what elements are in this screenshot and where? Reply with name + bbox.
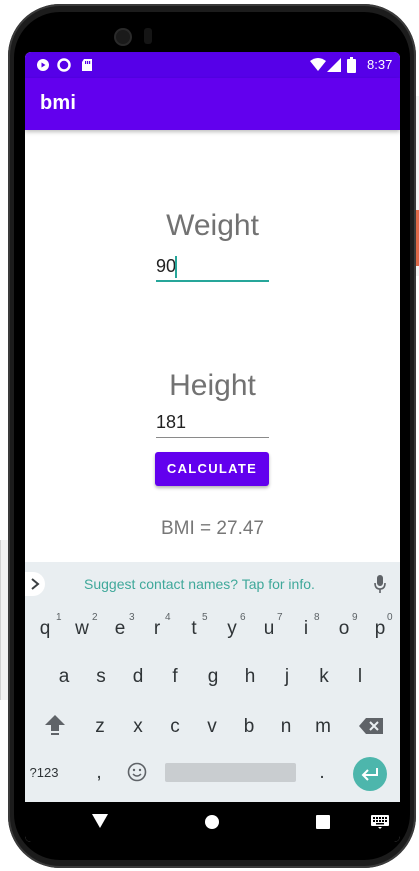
text-cursor (175, 256, 177, 278)
soft-keyboard: Suggest contact names? Tap for info. q w… (25, 562, 400, 802)
back-icon[interactable] (92, 814, 108, 828)
hint-6: 6 (240, 612, 246, 623)
front-camera (116, 30, 130, 44)
shift-icon[interactable] (43, 712, 67, 736)
key-z[interactable]: z (89, 716, 111, 738)
key-v[interactable]: v (201, 716, 223, 738)
hint-0: 0 (387, 612, 393, 623)
emoji-icon[interactable] (127, 762, 147, 782)
height-input-underline (156, 437, 269, 438)
suggestion-strip: Suggest contact names? Tap for info. (25, 562, 400, 606)
comma-key[interactable]: , (91, 762, 107, 784)
key-d[interactable]: d (127, 666, 149, 688)
key-n[interactable]: n (275, 716, 297, 738)
key-j[interactable]: j (276, 666, 298, 688)
app-title: bmi (40, 92, 77, 114)
symbols-key[interactable]: ?123 (25, 765, 63, 780)
battery-icon (347, 57, 356, 73)
weight-input-value: 90 (156, 256, 177, 276)
key-w[interactable]: w (71, 618, 93, 640)
hint-7: 7 (277, 612, 283, 623)
device-screen: 8:37 bmi Weight 90 Height 181 CALCULATE … (25, 52, 400, 842)
height-input[interactable]: 181 (156, 410, 269, 438)
app-bar: bmi (25, 78, 400, 130)
key-c[interactable]: c (164, 716, 186, 738)
key-b[interactable]: b (238, 716, 260, 738)
wifi-icon (310, 58, 326, 71)
hint-3: 3 (129, 612, 135, 623)
status-bar: 8:37 (25, 52, 400, 78)
key-s[interactable]: s (90, 666, 112, 688)
hint-4: 4 (165, 612, 171, 623)
hint-8: 8 (314, 612, 320, 623)
calculate-button[interactable]: CALCULATE (155, 452, 269, 486)
microphone-icon[interactable] (374, 575, 386, 593)
period-key[interactable]: . (314, 762, 330, 784)
contact-names-suggestion[interactable]: Suggest contact names? Tap for info. (84, 576, 315, 592)
space-bar[interactable] (165, 763, 296, 782)
chevron-right-icon (31, 578, 40, 590)
weight-input-underline (156, 280, 269, 282)
key-e[interactable]: e (109, 618, 131, 640)
key-l[interactable]: l (349, 666, 371, 688)
keyboard-switch-icon[interactable] (371, 815, 389, 829)
key-h[interactable]: h (239, 666, 261, 688)
play-protect-icon (37, 59, 49, 71)
hint-2: 2 (92, 612, 98, 623)
key-k[interactable]: k (313, 666, 335, 688)
hint-1: 1 (56, 612, 62, 623)
home-icon[interactable] (204, 814, 220, 830)
circle-notification-icon (57, 58, 71, 72)
earpiece (144, 28, 152, 44)
key-q[interactable]: q (34, 618, 56, 640)
hint-5: 5 (202, 612, 208, 623)
key-g[interactable]: g (202, 666, 224, 688)
key-f[interactable]: f (164, 666, 186, 688)
navigation-bar (25, 802, 400, 842)
enter-arrow-icon (361, 768, 378, 781)
backspace-icon[interactable] (359, 718, 383, 734)
bmi-result: BMI = 27.47 (161, 518, 264, 539)
key-a[interactable]: a (53, 666, 75, 688)
height-input-value: 181 (156, 412, 187, 432)
key-x[interactable]: x (127, 716, 149, 738)
status-time: 8:37 (367, 57, 393, 72)
weight-label: Weight (166, 209, 259, 242)
hint-9: 9 (352, 612, 358, 623)
height-label: Height (169, 369, 256, 402)
recents-icon[interactable] (316, 815, 330, 829)
key-m[interactable]: m (312, 716, 334, 738)
weight-input[interactable]: 90 (156, 254, 269, 282)
cell-signal-icon (327, 58, 341, 72)
sd-card-icon (82, 59, 92, 71)
